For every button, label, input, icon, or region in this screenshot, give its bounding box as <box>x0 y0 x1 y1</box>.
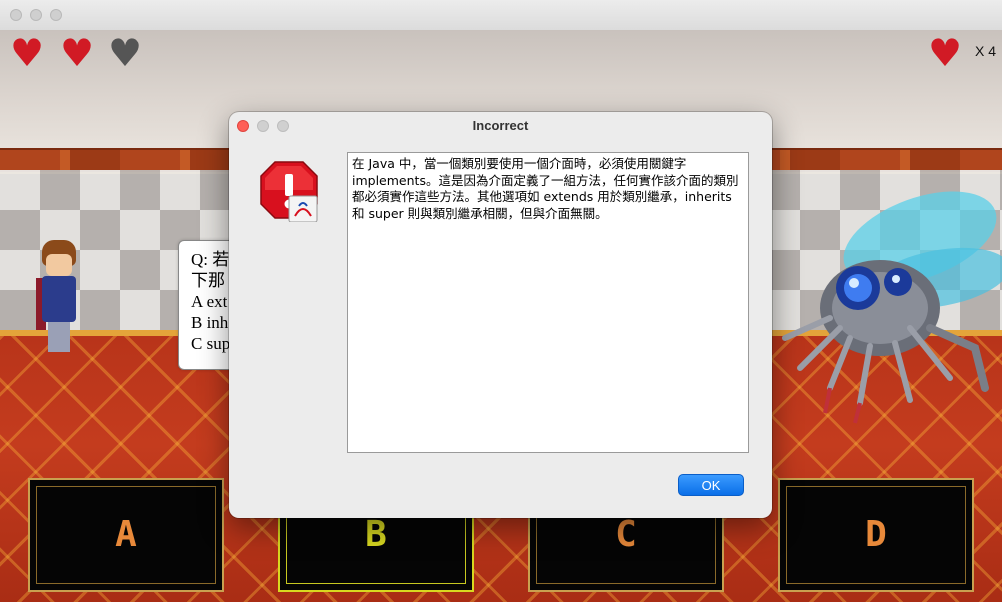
answer-button-a[interactable]: A <box>28 478 224 592</box>
answer-button-d[interactable]: D <box>778 478 974 592</box>
message-line: 都必須實作這些方法。其他選項如 extends 用於類別繼承，inherits <box>352 189 732 204</box>
answer-letter: C <box>615 514 637 555</box>
lives-count: X 4 <box>974 43 996 59</box>
window-titlebar <box>0 0 1002 31</box>
dialog-title: Incorrect <box>472 118 529 133</box>
answer-letter: A <box>115 514 137 555</box>
heart-icon: ♥ <box>108 31 143 75</box>
explanation-textarea[interactable]: 在 Java 中，當一個類別要使用一個介面時，必須使用關鍵字 implement… <box>347 152 749 453</box>
window-minimize-button[interactable] <box>30 9 42 21</box>
window-zoom-button[interactable] <box>50 9 62 21</box>
robot-bee-monster <box>782 191 1002 424</box>
answer-letter: B <box>365 514 387 555</box>
error-stop-icon <box>260 161 318 222</box>
message-line: implements。這是因為介面定義了一組方法，任何實作該介面的類別 <box>352 172 739 188</box>
hero-character <box>34 240 84 360</box>
incorrect-dialog: Incorrect 在 Java 中，當一個類別要使用一個介面時，必須使用關鍵字… <box>229 112 772 518</box>
message-line: 和 super 則與類別繼承相關，但與介面無關。 <box>352 205 608 221</box>
heart-icon: ♥ <box>10 31 45 75</box>
ok-button[interactable]: OK <box>678 474 744 496</box>
window-close-button[interactable] <box>10 9 22 21</box>
answer-letter: D <box>865 514 887 555</box>
heart-icon: ♥ <box>60 31 95 75</box>
message-line: 在 Java 中，當一個類別要使用一個介面時，必須使用關鍵字 <box>352 156 687 171</box>
heart-icon: ♥ <box>928 31 963 75</box>
